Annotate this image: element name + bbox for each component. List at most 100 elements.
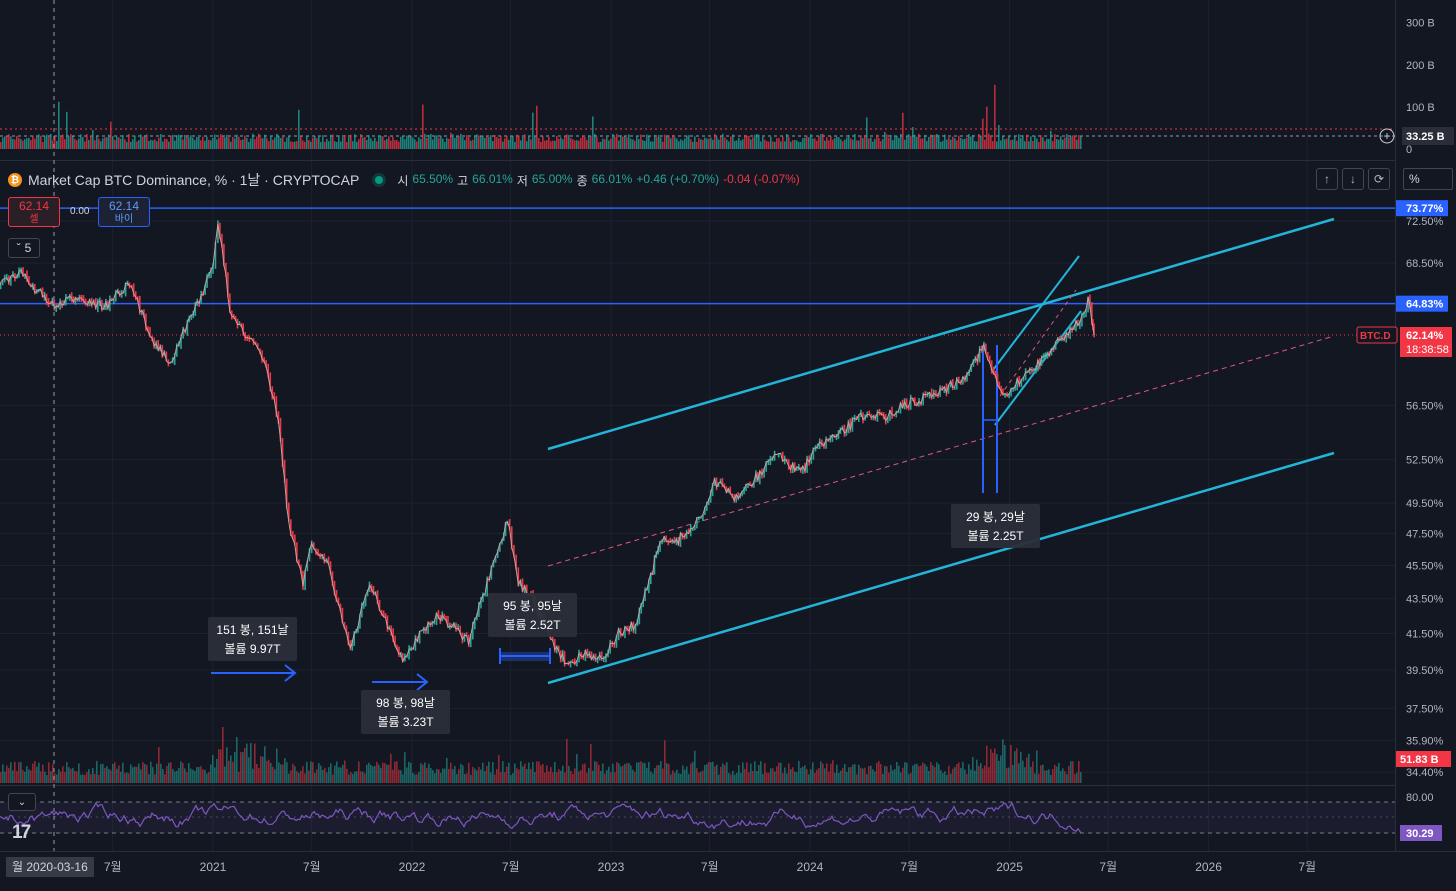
indicators-collapse-button[interactable]: ˇ 5 (8, 238, 40, 258)
top-volume-bar (722, 133, 724, 149)
main-volume-bar (88, 769, 90, 783)
top-volume-bar (1014, 136, 1016, 149)
top-volume-bar (192, 137, 194, 149)
main-volume-bar (762, 773, 764, 783)
tradingview-logo-icon[interactable]: 17 (12, 822, 31, 844)
main-volume-bar (274, 769, 276, 783)
chart-canvas[interactable]: 151 봉, 151날볼륨 9.97T 98 봉, 98날볼륨 3.23T 95 봉… (0, 0, 1456, 891)
top-volume-bar (228, 137, 230, 149)
main-volume-bar (302, 766, 304, 783)
top-volume-bar (60, 135, 62, 149)
top-volume-bar (294, 141, 296, 149)
top-volume-bar (506, 135, 508, 149)
top-volume-bar (230, 141, 232, 149)
symbol-legend[interactable]: ₿ Market Cap BTC Dominance, % · 1날 · CRY… (8, 170, 800, 190)
top-volume-bar (518, 135, 520, 149)
buy-button[interactable]: 62.14 바이 (98, 197, 150, 227)
main-volume-bar (310, 761, 312, 783)
countdown-label: 18:38:58 (1406, 344, 1449, 356)
main-volume-bar (108, 768, 110, 783)
main-volume-bar (640, 761, 642, 783)
main-volume-bar (280, 764, 282, 783)
measure-label-line2: 볼륨 2.25T (967, 529, 1024, 543)
top-volume-bar (1044, 141, 1046, 149)
main-volume-bar (440, 772, 442, 783)
main-volume-bar (838, 772, 840, 783)
main-volume-bar (648, 761, 650, 783)
top-volume-bar (200, 140, 202, 149)
main-volume-bar (380, 767, 382, 783)
top-volume-bar (298, 109, 300, 149)
top-volume-bar (758, 134, 760, 149)
top-volume-bar (1012, 139, 1014, 149)
scale-mode-input[interactable]: % (1403, 168, 1453, 190)
main-volume-bar (136, 766, 138, 783)
main-volume-bar (906, 762, 908, 783)
top-volume-bar (276, 133, 278, 149)
top-volume-bar (388, 136, 390, 149)
main-volume-bar (568, 766, 570, 783)
top-volume-bar (850, 138, 852, 149)
top-volume-bar (434, 135, 436, 149)
measure-label-line1: 151 봉, 151날 (216, 623, 288, 637)
main-volume-bar (156, 763, 158, 783)
top-volume-bar (38, 134, 40, 149)
top-volume-bar (718, 139, 720, 149)
main-volume-bar (1034, 773, 1036, 783)
top-volume-bar (644, 140, 646, 149)
main-volume-bar (740, 772, 742, 783)
sell-button[interactable]: 62.14 셀 (8, 197, 60, 227)
top-volume-bar (700, 139, 702, 149)
price-candle (600, 651, 603, 661)
top-volume-bar (798, 141, 800, 149)
top-volume-bar (20, 139, 22, 149)
main-volume-bar (294, 766, 296, 783)
main-volume-bar (286, 762, 288, 783)
main-volume-bar (1042, 764, 1044, 783)
top-volume-bar (862, 138, 864, 149)
top-volume-bar (1064, 137, 1066, 149)
move-pane-down-icon[interactable]: ↓ (1342, 168, 1364, 190)
top-volume-bar (920, 138, 922, 149)
top-volume-bar (0, 142, 2, 149)
main-volume-bar (626, 763, 628, 783)
top-volume-bar (446, 137, 448, 149)
rsi-collapse-button[interactable]: ⌄ (8, 793, 36, 811)
main-volume-bar (170, 762, 172, 783)
measure-label-line2: 볼륨 2.52T (504, 618, 561, 632)
move-pane-up-icon[interactable]: ↑ (1316, 168, 1338, 190)
top-volume-bar (538, 138, 540, 149)
top-volume-bar (532, 112, 534, 149)
top-volume-bar (784, 141, 786, 149)
main-volume-bar (262, 756, 264, 783)
main-volume-bar (654, 768, 656, 783)
main-volume-bar (736, 772, 738, 783)
symbol-title[interactable]: Market Cap BTC Dominance, % · 1날 · CRYPT… (28, 170, 359, 190)
top-volume-bar (112, 136, 114, 149)
top-volume-bar (930, 134, 932, 149)
top-volume-bar (312, 137, 314, 149)
main-volume-bar (8, 767, 10, 783)
main-volume-bar (696, 768, 698, 783)
high-label: 고 (457, 173, 469, 188)
top-volume-bar (560, 137, 562, 149)
top-volume-bar (914, 134, 916, 149)
main-volume-bar (792, 767, 794, 783)
main-volume-bar (672, 770, 674, 783)
main-volume-bar (704, 765, 706, 783)
main-volume-bar (750, 763, 752, 783)
top-volume-bar (456, 135, 458, 149)
price-candle (605, 653, 607, 663)
maximize-pane-icon[interactable]: ⟳ (1368, 168, 1390, 190)
top-volume-bar (74, 139, 76, 149)
top-volume-bar (1036, 138, 1038, 149)
top-volume-bar (486, 135, 488, 149)
main-volume-bar (914, 764, 916, 783)
price-tick-label: 41.50% (1406, 628, 1444, 640)
main-volume-bar (146, 764, 148, 783)
main-volume-bar (926, 766, 928, 783)
top-volume-bar (202, 136, 204, 149)
top-volume-bar (96, 136, 98, 149)
main-volume-bar (1058, 762, 1060, 783)
main-volume-bar (78, 763, 80, 783)
